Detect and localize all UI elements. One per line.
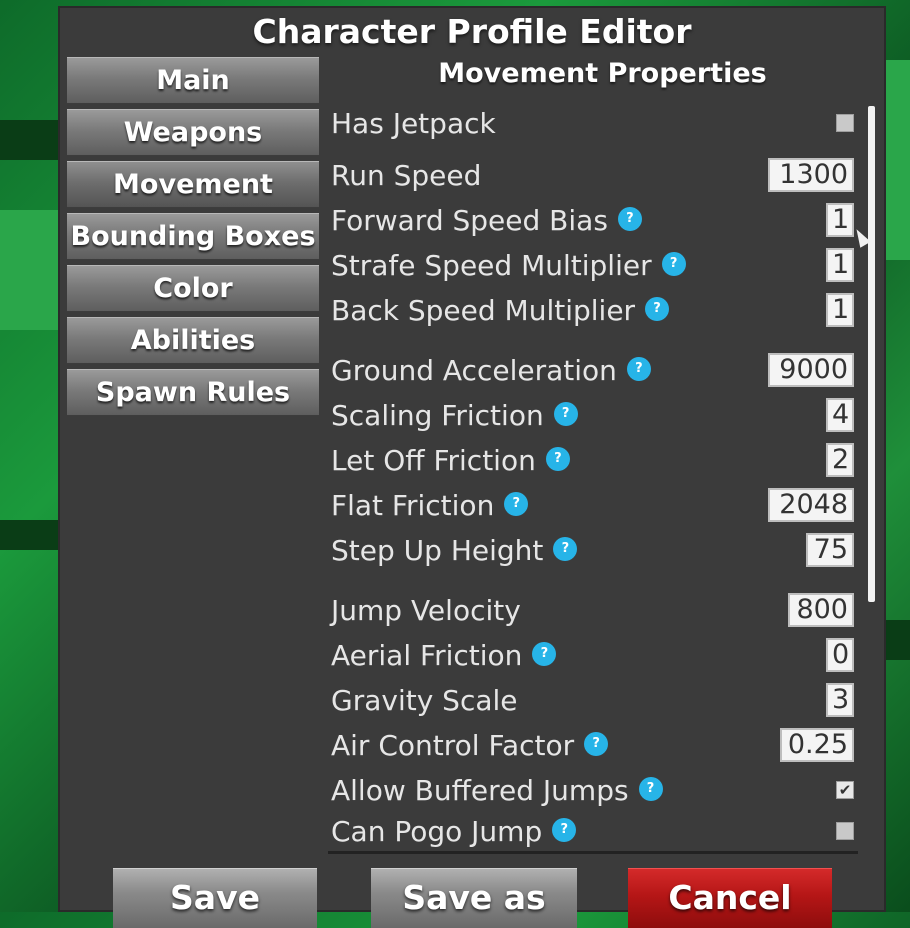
field-label: Step Up Height? — [331, 533, 578, 569]
field-label-text: Ground Acceleration — [331, 354, 617, 387]
checkmark-icon: ✔ — [838, 781, 852, 799]
field-label: Run Speed — [331, 158, 481, 194]
number-input[interactable]: 2 — [826, 443, 854, 477]
nav-weapons-button[interactable]: Weapons — [67, 109, 319, 156]
help-question-icon[interactable]: ? — [626, 357, 651, 381]
field-row: Ground Acceleration? 9000 — [331, 353, 856, 393]
help-question-icon[interactable]: ? — [661, 252, 686, 276]
field-row: Allow Buffered Jumps? ✔ — [331, 773, 856, 813]
field-row: Has Jetpack — [331, 106, 856, 146]
number-input[interactable]: 1 — [826, 203, 854, 237]
field-label-text: Air Control Factor — [331, 729, 575, 762]
divider — [328, 851, 858, 854]
field-label-text: Allow Buffered Jumps — [331, 774, 629, 807]
number-input[interactable]: 4 — [826, 398, 854, 432]
field-label-text: Forward Speed Bias — [331, 204, 608, 237]
number-input[interactable]: 1 — [826, 293, 854, 327]
nav-movement-button[interactable]: Movement — [67, 161, 319, 208]
nav-color-button[interactable]: Color — [67, 265, 319, 312]
field-label: Air Control Factor? — [331, 728, 609, 764]
field-row: Run Speed 1300 — [331, 158, 856, 198]
help-question-icon[interactable]: ? — [584, 732, 609, 756]
field-label-text: Back Speed Multiplier — [331, 294, 636, 327]
help-question-icon[interactable]: ? — [545, 447, 570, 471]
section-title: Movement Properties — [438, 58, 767, 89]
help-question-icon[interactable]: ? — [645, 297, 670, 321]
background-shape — [886, 620, 910, 660]
field-row: Gravity Scale 3 — [331, 683, 856, 723]
field-row: Air Control Factor? 0.25 — [331, 728, 856, 768]
background-shape — [0, 520, 58, 550]
field-row: Scaling Friction? 4 — [331, 398, 856, 438]
number-input[interactable]: 2048 — [768, 488, 854, 522]
field-row: Strafe Speed Multiplier? 1 — [331, 248, 856, 288]
field-label-text: Run Speed — [331, 159, 482, 192]
field-row: Flat Friction? 2048 — [331, 488, 856, 528]
scrollbar[interactable] — [868, 106, 875, 602]
help-question-icon[interactable]: ? — [552, 818, 577, 842]
field-label-text: Step Up Height — [331, 534, 544, 567]
window-title: Character Profile Editor — [252, 12, 692, 51]
number-input[interactable]: 1300 — [768, 158, 854, 192]
number-input[interactable]: 0.25 — [780, 728, 854, 762]
background-shape — [0, 210, 58, 330]
field-label: Strafe Speed Multiplier? — [331, 248, 686, 284]
field-row: Back Speed Multiplier? 1 — [331, 293, 856, 333]
field-row: Step Up Height? 75 — [331, 533, 856, 573]
field-label: Jump Velocity — [331, 593, 521, 629]
help-question-icon[interactable]: ? — [532, 642, 557, 666]
field-label-text: Has Jetpack — [331, 107, 496, 140]
checkbox-unchecked[interactable] — [836, 114, 854, 132]
field-label-text: Aerial Friction — [331, 639, 523, 672]
field-label: Scaling Friction? — [331, 398, 578, 434]
number-input[interactable]: 75 — [806, 533, 854, 567]
background-shape — [0, 120, 60, 160]
field-label: Flat Friction? — [331, 488, 529, 524]
field-label-text: Flat Friction — [331, 489, 495, 522]
field-label: Let Off Friction? — [331, 443, 570, 479]
field-label-text: Jump Velocity — [331, 594, 521, 627]
field-row: Jump Velocity 800 — [331, 593, 856, 633]
field-label: Back Speed Multiplier? — [331, 293, 670, 329]
field-row: Forward Speed Bias? 1 — [331, 203, 856, 243]
cancel-button[interactable]: Cancel — [628, 868, 832, 928]
checkbox-unchecked[interactable] — [836, 822, 854, 840]
field-label-text: Can Pogo Jump — [331, 815, 543, 848]
field-label: Aerial Friction? — [331, 638, 557, 674]
number-input[interactable]: 0 — [826, 638, 854, 672]
field-label: Has Jetpack — [331, 106, 496, 142]
category-nav: Main Weapons Movement Bounding Boxes Col… — [67, 57, 319, 421]
field-label-text: Scaling Friction — [331, 399, 544, 432]
checkbox-checked[interactable]: ✔ — [836, 781, 854, 799]
number-input[interactable]: 800 — [788, 593, 854, 627]
field-label-text: Let Off Friction — [331, 444, 536, 477]
profile-editor-window: Character Profile Editor Main Weapons Mo… — [58, 6, 886, 928]
field-row: Aerial Friction? 0 — [331, 638, 856, 678]
number-input[interactable]: 9000 — [768, 353, 854, 387]
field-label-text: Gravity Scale — [331, 684, 518, 717]
field-label: Forward Speed Bias? — [331, 203, 642, 239]
nav-bounding-boxes-button[interactable]: Bounding Boxes — [67, 213, 319, 260]
field-label: Gravity Scale — [331, 683, 518, 719]
help-question-icon[interactable]: ? — [617, 207, 642, 231]
field-label: Ground Acceleration? — [331, 353, 651, 389]
help-question-icon[interactable]: ? — [553, 537, 578, 561]
field-row: Let Off Friction? 2 — [331, 443, 856, 483]
help-question-icon[interactable]: ? — [553, 402, 578, 426]
number-input[interactable]: 1 — [826, 248, 854, 282]
field-row: Can Pogo Jump? — [331, 814, 856, 854]
field-label: Allow Buffered Jumps? — [331, 773, 663, 809]
nav-spawn-rules-button[interactable]: Spawn Rules — [67, 369, 319, 416]
nav-main-button[interactable]: Main — [67, 57, 319, 104]
number-input[interactable]: 3 — [826, 683, 854, 717]
background-shape — [886, 60, 910, 260]
nav-abilities-button[interactable]: Abilities — [67, 317, 319, 364]
help-question-icon[interactable]: ? — [638, 777, 663, 801]
field-label: Can Pogo Jump? — [331, 814, 577, 850]
field-label-text: Strafe Speed Multiplier — [331, 249, 652, 282]
help-question-icon[interactable]: ? — [504, 492, 529, 516]
save-button[interactable]: Save — [113, 868, 317, 928]
save-as-button[interactable]: Save as — [371, 868, 577, 928]
